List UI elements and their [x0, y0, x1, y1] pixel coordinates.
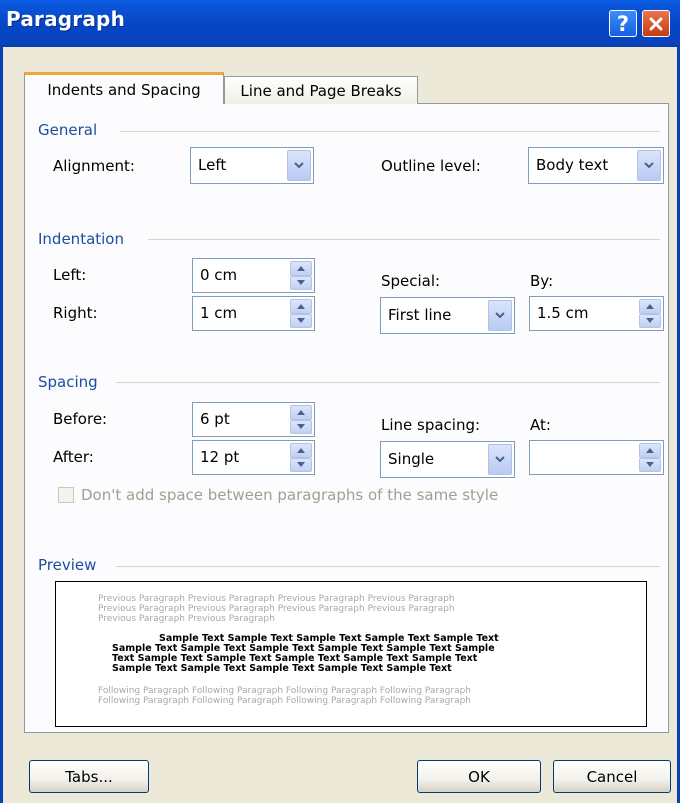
- preview-divider: [116, 566, 660, 567]
- special-label: Special:: [381, 272, 441, 290]
- line-spacing-dropdown[interactable]: Single: [380, 441, 515, 478]
- outline-level-dropdown[interactable]: Body text: [528, 147, 664, 184]
- tabs-button-label: Tabs...: [65, 767, 113, 786]
- indentation-divider: [148, 239, 660, 240]
- special-dropdown[interactable]: First line: [380, 297, 515, 334]
- alignment-dropdown[interactable]: Left: [190, 147, 314, 184]
- spinner-arrows-icon[interactable]: [290, 443, 312, 472]
- right-indent-label: Right:: [53, 304, 98, 322]
- spinner-arrows-icon[interactable]: [290, 299, 312, 328]
- outline-level-value: Body text: [536, 156, 609, 174]
- preview-previous-line: Previous Paragraph Previous Paragraph Pr…: [98, 594, 455, 604]
- chevron-down-icon: [488, 300, 512, 331]
- chevron-down-icon: [488, 444, 512, 475]
- by-value: 1.5 cm: [537, 304, 589, 322]
- left-indent-value: 0 cm: [200, 266, 238, 284]
- preview-previous-line: Previous Paragraph Previous Paragraph Pr…: [98, 604, 455, 614]
- indentation-heading: Indentation: [38, 230, 124, 248]
- spinner-arrows-icon[interactable]: [290, 261, 312, 290]
- right-indent-spinner[interactable]: 1 cm: [192, 296, 315, 331]
- at-label: At:: [530, 416, 551, 434]
- right-indent-value: 1 cm: [200, 304, 238, 322]
- chevron-down-icon: [637, 150, 661, 181]
- special-value: First line: [388, 306, 452, 324]
- tab-indents-and-spacing[interactable]: Indents and Spacing: [24, 72, 224, 104]
- close-button[interactable]: [642, 10, 670, 37]
- after-label: After:: [53, 448, 94, 466]
- spacing-divider: [116, 382, 660, 383]
- spacing-before-value: 6 pt: [200, 410, 230, 428]
- preview-following-line: Following Paragraph Following Paragraph …: [98, 696, 472, 706]
- help-icon: ?: [616, 11, 630, 36]
- tab-label: Indents and Spacing: [47, 80, 201, 99]
- tabs-button[interactable]: Tabs...: [29, 760, 149, 793]
- spacing-heading: Spacing: [38, 373, 98, 391]
- alignment-value: Left: [198, 156, 227, 174]
- cancel-button-label: Cancel: [586, 767, 638, 786]
- line-spacing-label: Line spacing:: [381, 416, 481, 434]
- left-indent-spinner[interactable]: 0 cm: [192, 258, 315, 293]
- spacing-after-spinner[interactable]: 12 pt: [192, 440, 315, 475]
- outline-level-label: Outline level:: [381, 157, 481, 175]
- ok-button-label: OK: [468, 767, 490, 786]
- preview-previous-line: Previous Paragraph Previous Paragraph: [98, 614, 275, 624]
- general-heading: General: [38, 121, 98, 139]
- before-label: Before:: [53, 410, 108, 428]
- line-spacing-value: Single: [388, 450, 435, 468]
- by-spinner[interactable]: 1.5 cm: [529, 296, 664, 331]
- close-icon: [649, 17, 663, 30]
- tab-line-and-page-breaks[interactable]: Line and Page Breaks: [224, 76, 418, 104]
- preview-sample-line: Sample Text Sample Text Sample Text Samp…: [112, 663, 452, 674]
- at-spinner[interactable]: [529, 440, 664, 475]
- general-divider: [120, 131, 660, 132]
- spinner-arrows-icon[interactable]: [639, 443, 661, 472]
- preview-heading: Preview: [38, 556, 97, 574]
- preview-following-line: Following Paragraph Following Paragraph …: [98, 686, 472, 696]
- tab-label: Line and Page Breaks: [240, 81, 402, 100]
- by-label: By:: [530, 272, 554, 290]
- spinner-arrows-icon[interactable]: [290, 405, 312, 434]
- spacing-before-spinner[interactable]: 6 pt: [192, 402, 315, 437]
- window-title: Paragraph: [6, 7, 126, 31]
- preview-box: Previous Paragraph Previous Paragraph Pr…: [55, 581, 647, 727]
- chevron-down-icon: [287, 150, 311, 181]
- alignment-label: Alignment:: [53, 157, 135, 175]
- spinner-arrows-icon[interactable]: [639, 299, 661, 328]
- help-button[interactable]: ?: [609, 10, 637, 37]
- spacing-after-value: 12 pt: [200, 448, 240, 466]
- same-style-checkbox-label: Don't add space between paragraphs of th…: [81, 486, 499, 504]
- cancel-button[interactable]: Cancel: [553, 760, 671, 793]
- left-indent-label: Left:: [53, 266, 87, 284]
- same-style-checkbox[interactable]: [58, 487, 74, 503]
- ok-button[interactable]: OK: [417, 760, 541, 793]
